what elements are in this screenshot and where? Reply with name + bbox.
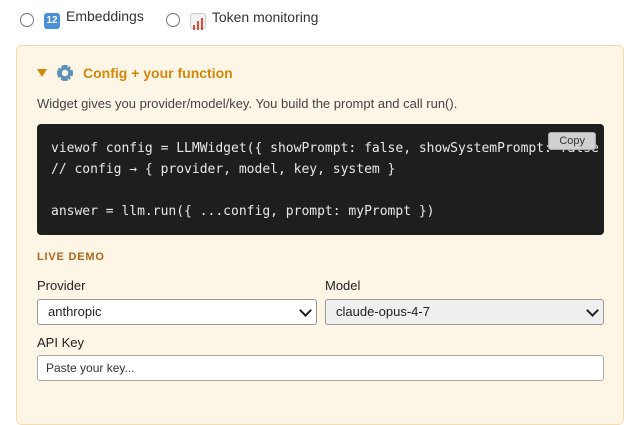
numbers-icon: 12 (44, 13, 60, 29)
radio-option-token-monitoring[interactable]: Token monitoring (165, 9, 318, 30)
api-key-input[interactable] (37, 355, 604, 381)
provider-select[interactable]: anthropic (37, 299, 317, 325)
provider-value: anthropic (48, 304, 102, 319)
model-select[interactable]: claude-opus-4-7 (325, 299, 604, 325)
radio-label: 12 Embeddings (44, 8, 144, 29)
copy-button[interactable]: Copy (548, 132, 596, 150)
live-demo-heading: LIVE DEMO (37, 251, 105, 263)
chevron-down-icon (299, 304, 312, 317)
provider-label: Provider (37, 278, 86, 293)
disclosure-triangle-icon (37, 69, 47, 77)
api-key-label: API Key (37, 335, 84, 350)
radio-button[interactable] (165, 13, 180, 27)
section-description: Widget gives you provider/model/key. You… (37, 96, 458, 111)
gear-icon (57, 65, 73, 81)
config-panel: Config + your function Widget gives you … (16, 45, 624, 425)
model-label: Model (325, 278, 361, 293)
radio-button[interactable] (20, 13, 34, 27)
chevron-down-icon (586, 304, 599, 317)
radio-label: Token monitoring (189, 9, 318, 30)
section-title: Config + your function (83, 65, 233, 81)
radio-option-embeddings[interactable]: 12 Embeddings (20, 8, 144, 29)
radio-group: 12 Embeddings Token monitoring (20, 8, 318, 30)
section-summary[interactable]: Config + your function (37, 65, 233, 81)
code-text: viewof config = LLMWidget({ showPrompt: … (51, 141, 599, 219)
model-value: claude-opus-4-7 (336, 304, 430, 319)
bar-chart-icon (189, 12, 206, 30)
code-block: viewof config = LLMWidget({ showPrompt: … (37, 124, 604, 235)
